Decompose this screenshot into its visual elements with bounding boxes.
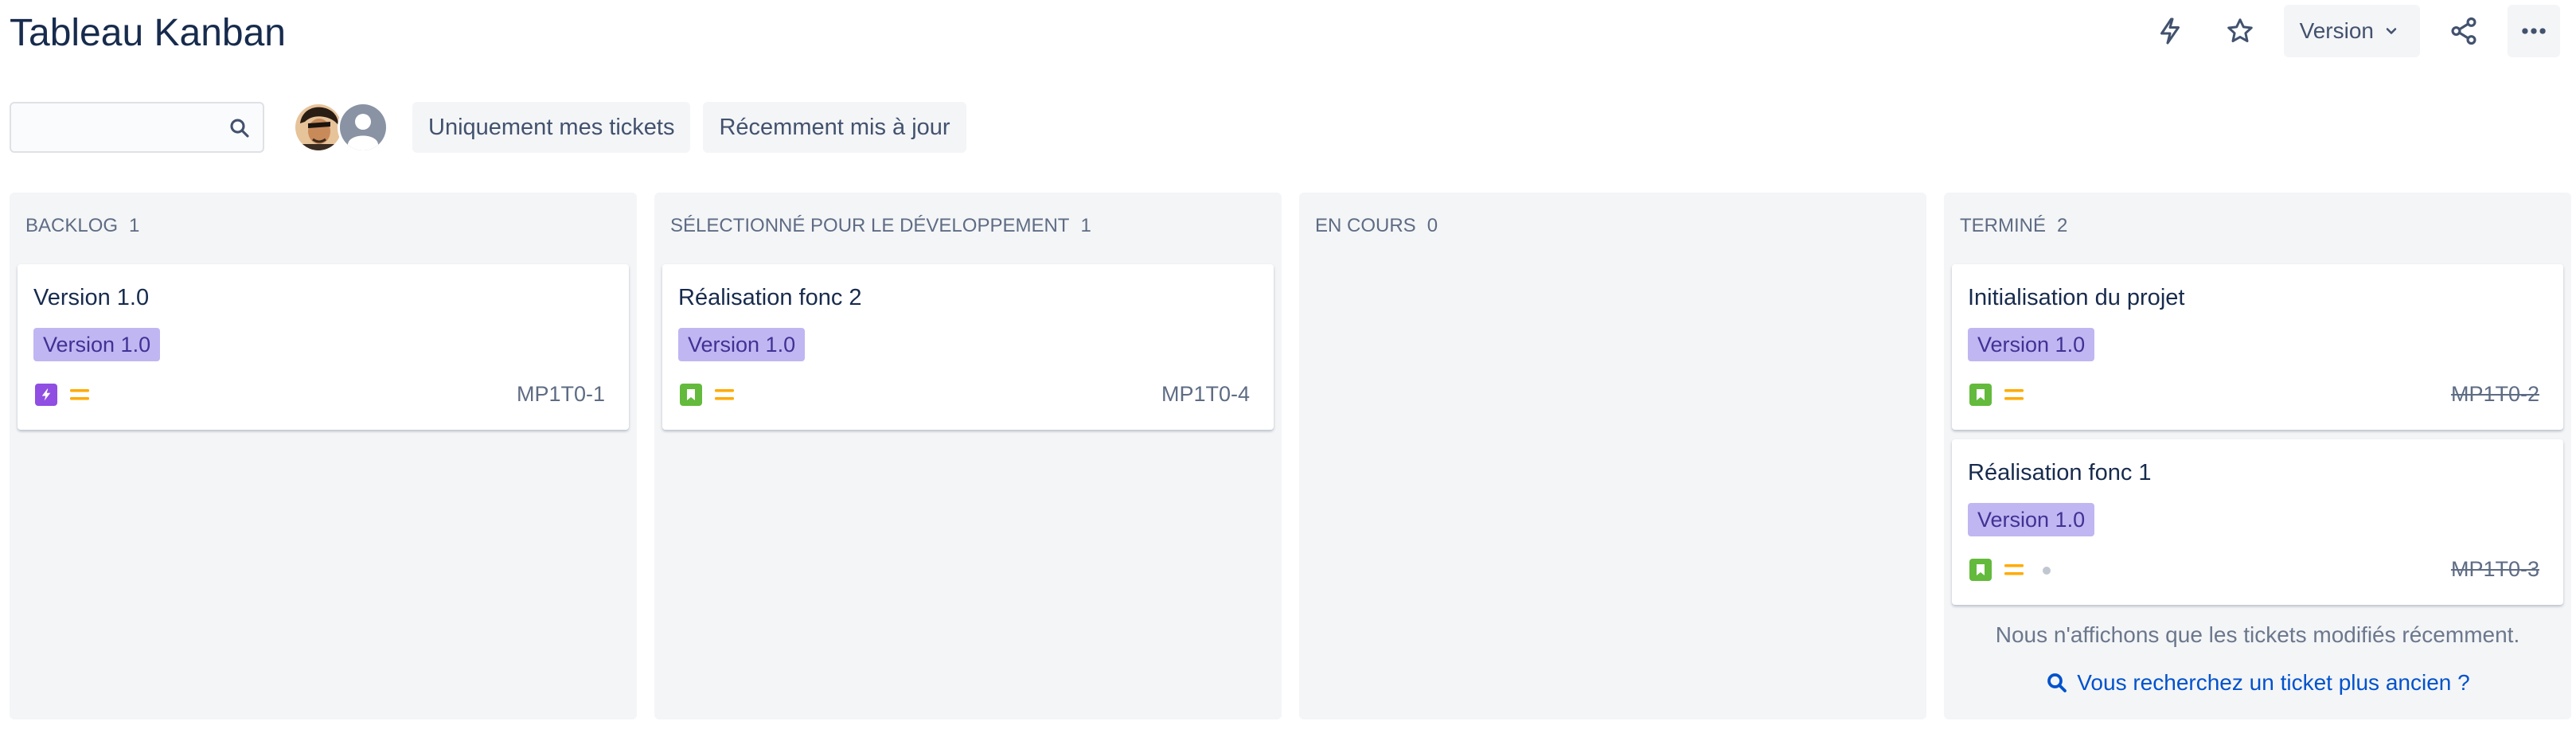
search-icon [230,119,249,138]
column-count: 1 [129,215,140,236]
version-dropdown-label: Version [2299,18,2374,43]
search-icon [2047,673,2067,692]
column-count: 2 [2057,215,2068,236]
column-done: TERMINÉ 2 Initialisation du projet Versi… [1944,193,2571,719]
epic-label: Version 1.0 [678,328,806,361]
header-actions: Version [2144,5,2560,57]
status-dot-icon [2043,567,2051,575]
column-header: BACKLOG 1 [25,215,139,237]
issue-key[interactable]: MP1T0-2 [2451,382,2539,407]
issue-card[interactable]: Réalisation fonc 1 Version 1.0 MP1T0-3 [1952,439,2563,605]
card-title: Réalisation fonc 2 [678,285,862,310]
recent-tickets-notice: Nous n'affichons que les tickets modifié… [1995,622,2520,647]
version-dropdown[interactable]: Version [2283,5,2420,57]
issue-key[interactable]: MP1T0-1 [517,382,605,407]
card-title: Version 1.0 [33,285,150,310]
filter-recently-updated-button[interactable]: Récemment mis à jour [703,102,966,153]
priority-medium-icon [70,389,89,400]
column-name: BACKLOG [25,215,119,236]
column-selected-for-development: SÉLECTIONNÉ POUR LE DÉVELOPPEMENT 1 Réal… [654,193,1282,719]
column-name: TERMINÉ [1960,215,2046,236]
star-icon [2227,18,2253,43]
search-older-ticket-label: Vous recherchez un ticket plus ancien ? [2077,670,2470,695]
bookmark-icon [1977,564,1985,575]
column-backlog: BACKLOG 1 Version 1.0 Version 1.0 MP1T0-… [10,193,637,719]
column-in-progress: EN COURS 0 [1299,193,1926,719]
board-toolbar: Uniquement mes tickets Récemment mis à j… [10,102,966,153]
card-title: Réalisation fonc 1 [1968,460,2152,485]
page-title: Tableau Kanban [10,12,286,54]
story-type-icon [1969,559,1992,581]
search-older-ticket-link[interactable]: Vous recherchez un ticket plus ancien ? [1944,670,2571,696]
epic-label: Version 1.0 [33,328,161,361]
star-button[interactable] [2214,5,2266,57]
column-header: EN COURS 0 [1315,215,1438,237]
bookmark-icon [1977,389,1985,400]
column-count: 0 [1427,215,1438,236]
avatar[interactable] [293,102,344,153]
share-icon [2451,17,2476,45]
issue-card[interactable]: Réalisation fonc 2 Version 1.0 MP1T0-4 [662,264,1274,430]
priority-medium-icon [2004,564,2024,575]
priority-medium-icon [715,389,734,400]
share-button[interactable] [2437,5,2490,57]
bookmark-icon [687,389,695,400]
user-icon [340,104,386,150]
issue-key[interactable]: MP1T0-3 [2451,557,2539,582]
epic-label: Version 1.0 [1968,328,2095,361]
card-title: Initialisation du projet [1968,285,2185,310]
user-photo-avatar [295,104,342,150]
column-header: SÉLECTIONNÉ POUR LE DÉVELOPPEMENT 1 [670,215,1091,237]
issue-card[interactable]: Version 1.0 Version 1.0 MP1T0-1 [18,264,629,430]
automation-button[interactable] [2144,5,2196,57]
avatar[interactable] [338,102,388,153]
column-name: EN COURS [1315,215,1416,236]
more-button[interactable] [2508,5,2560,57]
epic-label: Version 1.0 [1968,503,2095,536]
task-type-icon [35,384,57,406]
assignee-avatars [293,102,388,153]
column-name: SÉLECTIONNÉ POUR LE DÉVELOPPEMENT [670,215,1070,236]
story-type-icon [1969,384,1992,406]
column-count: 1 [1080,215,1091,236]
chevron-down-icon [2386,28,2397,34]
filter-my-tickets-button[interactable]: Uniquement mes tickets [412,102,691,153]
search-field [10,102,264,153]
search-input[interactable] [11,103,263,151]
priority-medium-icon [2004,389,2024,400]
kanban-board: BACKLOG 1 Version 1.0 Version 1.0 MP1T0-… [10,193,2571,719]
story-type-icon [680,384,702,406]
more-icon [2522,28,2546,34]
lightning-icon [2160,18,2180,45]
column-header: TERMINÉ 2 [1960,215,2067,237]
issue-key[interactable]: MP1T0-4 [1161,382,1250,407]
issue-card[interactable]: Initialisation du projet Version 1.0 MP1… [1952,264,2563,430]
lightning-icon [41,388,51,401]
